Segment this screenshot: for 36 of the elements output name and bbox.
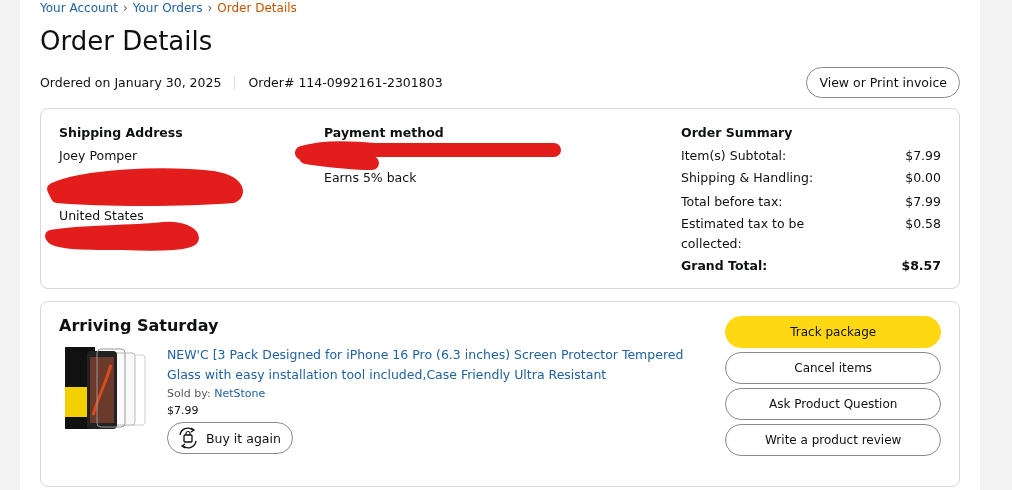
order-number: Order# 114-0992161-2301803 bbox=[248, 75, 443, 90]
summary-amount: $7.99 bbox=[905, 147, 941, 165]
product-link[interactable]: NEW'C [3 Pack Designed for iPhone 16 Pro (6.3 inches) Screen Protector Tempered Glass with easy installation tool included,Case Friendly Ultra Resistant bbox=[167, 345, 697, 385]
action-button[interactable]: Cancel items bbox=[725, 352, 941, 384]
seller-link[interactable]: NetStone bbox=[214, 387, 266, 400]
breadcrumb-link[interactable]: Your Account bbox=[40, 1, 118, 15]
section-heading: Shipping Address bbox=[59, 125, 184, 140]
breadcrumb-link[interactable]: Order Details bbox=[217, 1, 297, 15]
payment-note: Earns 5% back bbox=[324, 169, 418, 187]
seller-info: Sold by: NetStone bbox=[167, 387, 267, 400]
summary-label: Estimated tax to be collected: bbox=[681, 215, 806, 253]
page-title: Order Details bbox=[40, 25, 214, 57]
summary-amount: $7.99 bbox=[905, 193, 941, 211]
buy-again-button[interactable]: Buy it again bbox=[167, 422, 293, 454]
section-heading: Payment method bbox=[324, 125, 445, 140]
action-button[interactable]: Track package bbox=[725, 316, 941, 348]
breadcrumb-link[interactable]: Your Orders bbox=[132, 1, 203, 15]
order-date: Ordered on January 30, 2025 bbox=[40, 75, 222, 90]
action-button[interactable]: Ask Product Question bbox=[725, 388, 941, 420]
item-price: $7.99 bbox=[167, 404, 200, 417]
delivery-status: Arriving Saturday bbox=[59, 316, 220, 335]
summary-amount: $8.57 bbox=[901, 257, 941, 275]
summary-amount: $0.58 bbox=[905, 215, 941, 233]
summary-amount: $0.00 bbox=[905, 169, 941, 187]
invoice-button[interactable]: View or Print invoice bbox=[806, 67, 960, 98]
summary-label: Total before tax: bbox=[681, 193, 784, 211]
action-button[interactable]: Write a product review bbox=[725, 424, 941, 456]
breadcrumb-separator: › bbox=[122, 1, 128, 15]
summary-label: Item(s) Subtotal: bbox=[681, 147, 788, 165]
bag-refresh-icon bbox=[176, 427, 200, 449]
breadcrumb-separator: › bbox=[207, 1, 213, 15]
summary-label: Grand Total: bbox=[681, 257, 769, 275]
address-line: United States bbox=[59, 207, 145, 225]
summary-label: Shipping & Handling: bbox=[681, 169, 815, 187]
section-heading: Order Summary bbox=[681, 125, 794, 140]
address-line: Joey Pomper bbox=[59, 147, 139, 165]
